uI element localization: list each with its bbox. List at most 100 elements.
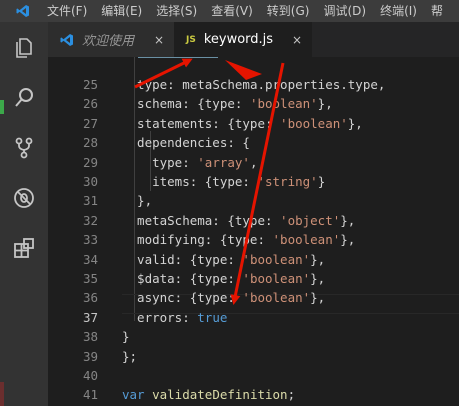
title-bar: 文件(F) 编辑(E) 选择(S) 查看(V) 转到(G) 调试(D) 终端(I) 帮 [0, 0, 459, 22]
code-token: }, [340, 232, 356, 248]
code-token: }; [122, 348, 138, 364]
code-token: type: [122, 154, 198, 170]
close-icon[interactable]: × [292, 33, 302, 47]
menu-item[interactable]: 编辑(E) [94, 0, 149, 22]
code-text: modifying: {type: 'boolean'}, [122, 230, 355, 250]
code-line: 34 valid: {type: 'boolean'}, [48, 250, 459, 270]
cut-off-line [138, 57, 238, 60]
code-token: 'boolean' [249, 96, 318, 112]
extensions-icon[interactable] [12, 236, 36, 260]
menu-item[interactable]: 选择(S) [149, 0, 204, 22]
code-token: } [122, 329, 130, 345]
line-number: 34 [82, 251, 98, 267]
code-token: 'string' [257, 174, 318, 189]
code-token: async: {type: [122, 290, 243, 306]
code-token: }, [340, 212, 356, 228]
vscode-logo-icon [12, 0, 34, 22]
code-token: 'object' [280, 212, 341, 228]
code-editor[interactable]: 25 type: metaSchema.properties.type, 26 s… [48, 57, 459, 406]
code-text: items: {type: 'string'} [122, 172, 325, 192]
code-token: metaSchema.properties.type [182, 77, 378, 92]
line-number: 31 [82, 193, 98, 209]
tab-welcome[interactable]: 欢迎使用 × [48, 22, 174, 57]
code-line: 33 modifying: {type: 'boolean'}, [48, 230, 459, 250]
source-control-icon[interactable] [12, 136, 36, 160]
line-number: 35 [82, 271, 98, 286]
code-token: errors: [122, 309, 198, 325]
line-number: 28 [82, 135, 98, 151]
code-token: } [317, 174, 326, 189]
code-line: 36 async: {type: 'boolean'}, [48, 288, 459, 308]
code-token: }, [122, 193, 153, 209]
code-token: schema: {type: [122, 96, 250, 112]
code-line: 32 metaSchema: {type: 'object'}, [48, 211, 459, 231]
code-text: var validateDefinition; [122, 385, 295, 405]
code-line: 27 statements: {type: 'boolean'}, [48, 114, 459, 134]
code-token: }, [310, 271, 326, 286]
tab-bar: 欢迎使用 × JS keyword.js × [48, 22, 459, 57]
debug-icon[interactable] [12, 186, 36, 210]
edge-mark [0, 382, 4, 406]
js-file-icon: JS [186, 34, 196, 45]
code-token: dependencies: { [122, 135, 250, 151]
code-token: modifying: {type: [122, 232, 273, 248]
code-token: statements: {type: [122, 115, 281, 131]
code-text: type: metaSchema.properties.type, [122, 75, 385, 95]
code-token: var [122, 387, 145, 403]
menu-item[interactable]: 文件(F) [44, 0, 94, 22]
activity-bar [0, 22, 48, 406]
code-token: }, [317, 96, 333, 112]
code-line: 40 [48, 366, 459, 386]
menu-item[interactable]: 转到(G) [260, 0, 317, 22]
line-number: 29 [82, 154, 98, 170]
line-number: 26 [82, 96, 98, 112]
code-token: , [249, 154, 258, 170]
code-line: 31 }, [48, 191, 459, 211]
code-line: 39}; [48, 347, 459, 367]
code-token: 'boolean' [242, 290, 311, 306]
line-number: 36 [82, 290, 98, 306]
code-token: }, [310, 251, 326, 267]
vscode-tab-icon [60, 33, 74, 47]
code-token: 'array' [197, 154, 250, 170]
explorer-icon[interactable] [12, 36, 36, 60]
menu-item[interactable]: 帮 [424, 0, 450, 22]
menu-item[interactable]: 查看(V) [204, 0, 260, 22]
code-token: ; [287, 387, 296, 403]
code-token: 'boolean' [242, 271, 311, 286]
code-line: 35 $data: {type: 'boolean'}, [48, 269, 459, 289]
tab-label: keyword.js [203, 32, 274, 47]
line-number: 25 [82, 77, 98, 92]
tab-keyword-js[interactable]: JS keyword.js × [174, 22, 312, 57]
code-token: , [377, 77, 386, 92]
code-text: async: {type: 'boolean'}, [122, 288, 325, 308]
code-token: }, [347, 115, 363, 131]
code-text: schema: {type: 'boolean'}, [122, 94, 333, 114]
code-text: type: 'array', [122, 153, 257, 173]
line-number: 33 [82, 232, 98, 248]
code-text: dependencies: { [122, 133, 250, 153]
code-token: metaSchema: {type: [122, 212, 281, 228]
code-text: }, [122, 191, 152, 211]
code-text: $data: {type: 'boolean'}, [122, 269, 325, 289]
code-line: 29 type: 'array', [48, 153, 459, 173]
code-text: metaSchema: {type: 'object'}, [122, 211, 355, 231]
code-token: valid: {type: [122, 251, 243, 267]
search-icon[interactable] [12, 86, 36, 110]
code-token: items: {type: [122, 174, 258, 189]
code-text: statements: {type: 'boolean'}, [122, 114, 363, 134]
line-number: 37 [82, 309, 98, 325]
close-icon[interactable]: × [154, 33, 164, 47]
code-token: $data: {type: [122, 271, 243, 286]
code-token: 'boolean' [272, 232, 341, 248]
menu-item[interactable]: 调试(D) [316, 0, 373, 22]
code-text: } [122, 327, 130, 347]
line-number: 30 [82, 174, 98, 189]
line-number: 40 [82, 368, 98, 383]
line-number: 38 [82, 329, 98, 345]
line-number: 41 [82, 387, 98, 403]
code-token: type: [122, 77, 183, 92]
code-line: 37 errors: true [48, 308, 459, 328]
menu-item[interactable]: 终端(I) [373, 0, 424, 22]
